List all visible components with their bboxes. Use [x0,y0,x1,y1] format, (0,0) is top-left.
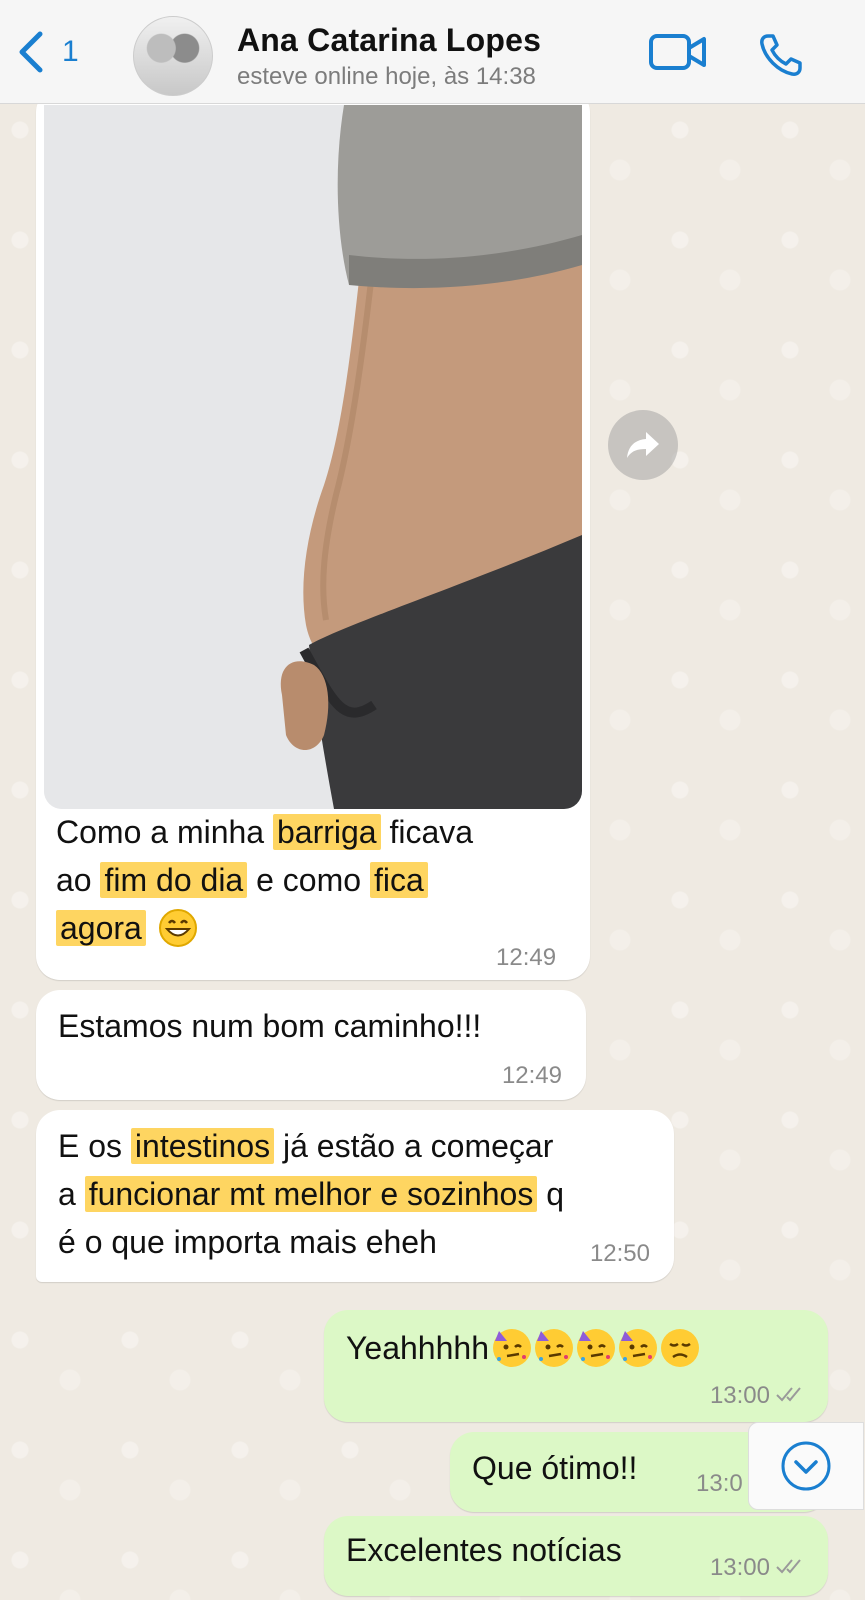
double-check-icon [776,1382,806,1410]
highlighted-text: barriga [272,814,381,850]
highlighted-text: fica [369,862,428,898]
phone-icon [760,34,802,76]
back-button[interactable]: 1 [16,30,79,74]
chevron-down-icon [781,1441,831,1491]
highlighted-text: fim do dia [100,862,248,898]
partying-face-icon [618,1329,657,1367]
message-time: 13:00 [710,1554,806,1582]
scroll-to-bottom-button[interactable] [748,1422,864,1510]
photo-image [44,105,582,809]
text-segment: ficava [380,814,474,850]
contact-name: Ana Catarina Lopes [237,22,542,58]
message-text: Como a minha barriga ficava ao fim do di… [56,808,576,952]
highlighted-text: intestinos [130,1128,275,1164]
message-time: 13:00 [710,1382,806,1410]
text-segment: a [58,1176,85,1212]
forward-arrow-icon [627,432,659,458]
message-time: 13:0 [696,1470,743,1497]
voice-call-button[interactable] [758,32,804,83]
text-segment: e como [247,862,370,898]
time-text: 13:00 [709,1382,770,1409]
message-time: 12:49 [501,1062,562,1089]
last-seen-status: esteve online hoje, às 14:38 [237,63,536,90]
message-text: Estamos num bom caminho!!! [58,1008,482,1044]
text-segment: já estão a começar [274,1128,554,1164]
incoming-message[interactable]: Estamos num bom caminho!!! 12:49 [36,990,586,1100]
message-photo[interactable] [44,105,582,809]
chevron-left-icon [19,31,43,73]
highlighted-text: agora [56,910,146,946]
text-segment: Como a minha [56,814,273,850]
highlighted-text: funcionar mt melhor e sozinhos [84,1176,538,1212]
contact-info[interactable]: Ana Catarina Lopes esteve online hoje, à… [237,22,541,91]
text-segment: é o que importa mais eheh [58,1224,437,1260]
video-camera-icon [649,34,706,70]
incoming-message[interactable]: E os intestinos já estão a começar a fun… [36,1110,674,1282]
outgoing-message[interactable]: Yeahhhhh 13:00 [324,1310,828,1422]
partying-face-icon [576,1329,615,1367]
message-text: Que ótimo!! [472,1450,638,1486]
unread-count: 1 [62,35,79,68]
disappointed-face-icon [660,1329,699,1367]
text-segment: q [537,1176,565,1212]
message-text: Excelentes notícias [346,1532,622,1568]
message-time: 12:50 [589,1240,650,1267]
grinning-face-icon [158,909,197,947]
text-segment: E os [58,1128,131,1164]
chat-header: 1 Ana Catarina Lopes esteve online hoje,… [0,0,865,104]
forward-button[interactable] [608,410,678,480]
double-check-icon [776,1554,806,1582]
outgoing-message[interactable]: Excelentes notícias 13:00 [324,1516,828,1596]
video-call-button[interactable] [648,32,708,77]
partying-face-icon [492,1329,531,1367]
text-segment: Yeahhhhh [346,1330,489,1366]
avatar[interactable] [133,16,213,96]
partying-face-icon [534,1329,573,1367]
message-text: E os intestinos já estão a começar a fun… [58,1122,658,1266]
message-text: Yeahhhhh [346,1324,699,1372]
time-text: 13:00 [709,1554,770,1581]
message-time: 12:49 [496,944,557,971]
text-segment: ao [56,862,101,898]
